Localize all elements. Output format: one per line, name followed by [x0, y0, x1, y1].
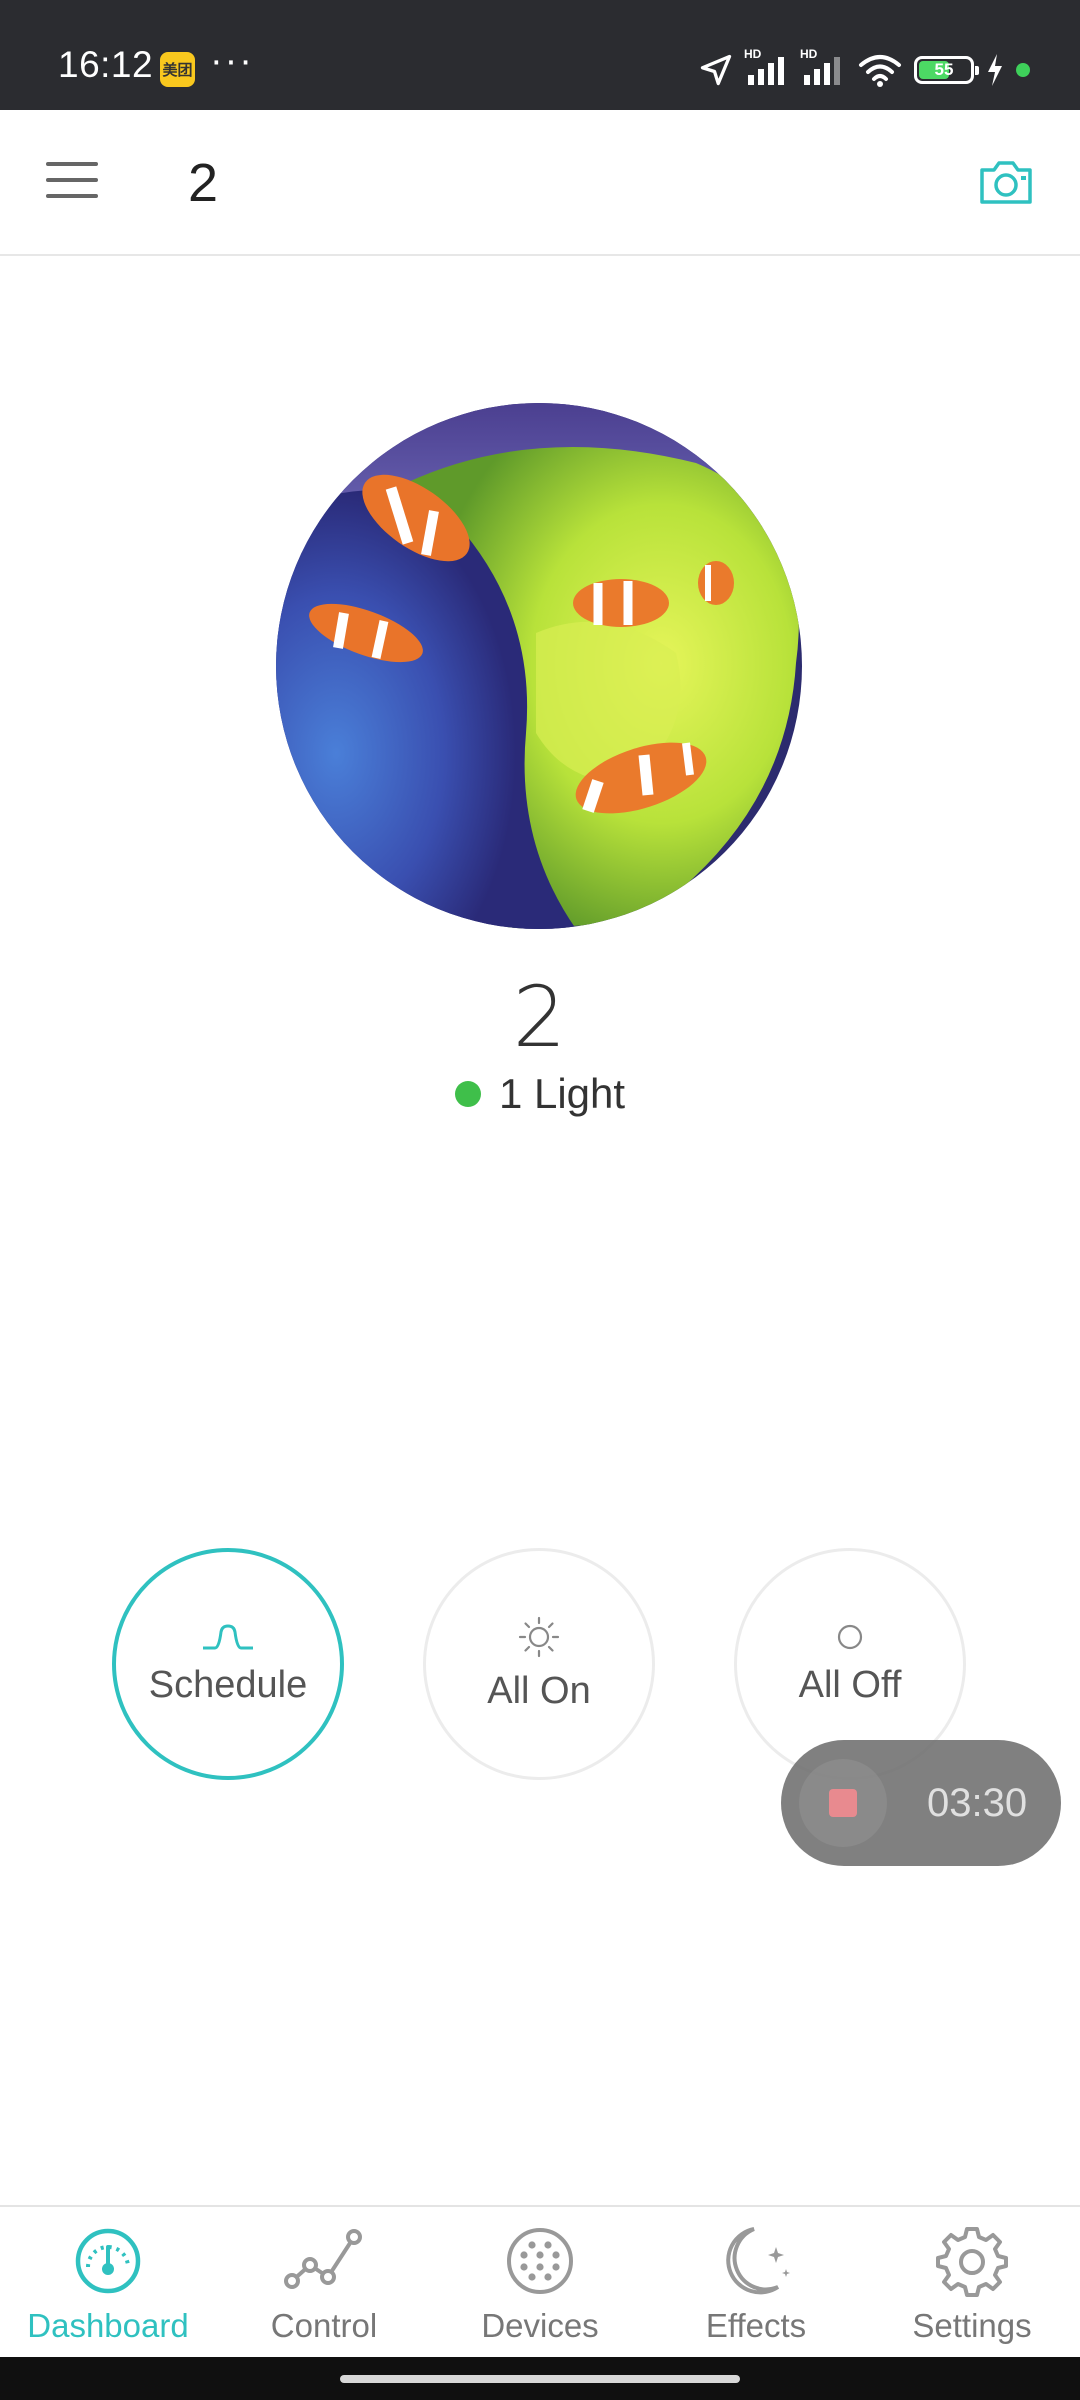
moon-stars-icon [726, 2227, 790, 2295]
home-indicator[interactable] [340, 2375, 740, 2383]
nav-control[interactable]: Control [216, 2207, 432, 2359]
nav-devices-label: Devices [481, 2307, 599, 2344]
bottom-navigation: Dashboard Control Devices Effects Settin… [0, 2205, 1080, 2359]
gear-icon [936, 2227, 1008, 2297]
group-photo[interactable] [276, 403, 802, 929]
screen-recording-widget[interactable]: 03:30 [781, 1740, 1061, 1866]
top-app-bar: 2 [0, 110, 1080, 256]
schedule-curve-icon [203, 1623, 253, 1649]
group-name: 2 [512, 968, 568, 1066]
nav-effects[interactable]: Effects [648, 2207, 864, 2359]
control-chart-icon [284, 2229, 362, 2289]
circle-off-icon [837, 1624, 863, 1649]
light-status: 1 Light [0, 1070, 1080, 1118]
page-title: 2 [188, 153, 219, 213]
stop-icon [829, 1789, 857, 1817]
nav-dashboard-label: Dashboard [27, 2307, 189, 2344]
camera-icon[interactable] [978, 158, 1034, 206]
schedule-button[interactable]: Schedule [112, 1548, 344, 1780]
battery-icon: 55 [914, 56, 979, 84]
menu-icon[interactable] [46, 162, 98, 202]
nav-devices[interactable]: Devices [432, 2207, 648, 2359]
status-time: 16:12 [58, 44, 154, 85]
nav-dashboard[interactable]: Dashboard [0, 2207, 216, 2359]
dashboard-gauge-icon [75, 2228, 141, 2294]
nav-settings-label: Settings [912, 2307, 1032, 2344]
schedule-label: Schedule [148, 1663, 308, 1706]
signal-icon: HD [800, 47, 846, 87]
signal-icon: HD [744, 47, 790, 87]
charging-icon [988, 54, 1002, 86]
all-off-label: All Off [798, 1663, 902, 1706]
nav-control-label: Control [270, 2307, 378, 2344]
location-icon [700, 54, 732, 86]
all-on-button[interactable]: All On [423, 1548, 655, 1780]
devices-dots-icon [507, 2228, 573, 2294]
sun-icon [518, 1616, 560, 1657]
meituan-app-icon: 美团 [160, 52, 195, 87]
status-overflow-icon: ··· [210, 40, 254, 82]
status-icons: HD HD 55 [698, 47, 1030, 92]
nav-effects-label: Effects [705, 2307, 807, 2344]
wifi-icon [859, 55, 901, 87]
recording-timer: 03:30 [927, 1780, 1028, 1825]
all-on-label: All On [487, 1669, 591, 1712]
online-status-dot [454, 1081, 481, 1107]
stop-recording-button[interactable] [799, 1759, 887, 1847]
nav-settings[interactable]: Settings [864, 2207, 1080, 2359]
light-count: 1 Light [498, 1070, 626, 1117]
status-bar: 16:12 美团 ··· HD HD 55 [0, 0, 1080, 110]
privacy-indicator-dot [1016, 63, 1030, 77]
